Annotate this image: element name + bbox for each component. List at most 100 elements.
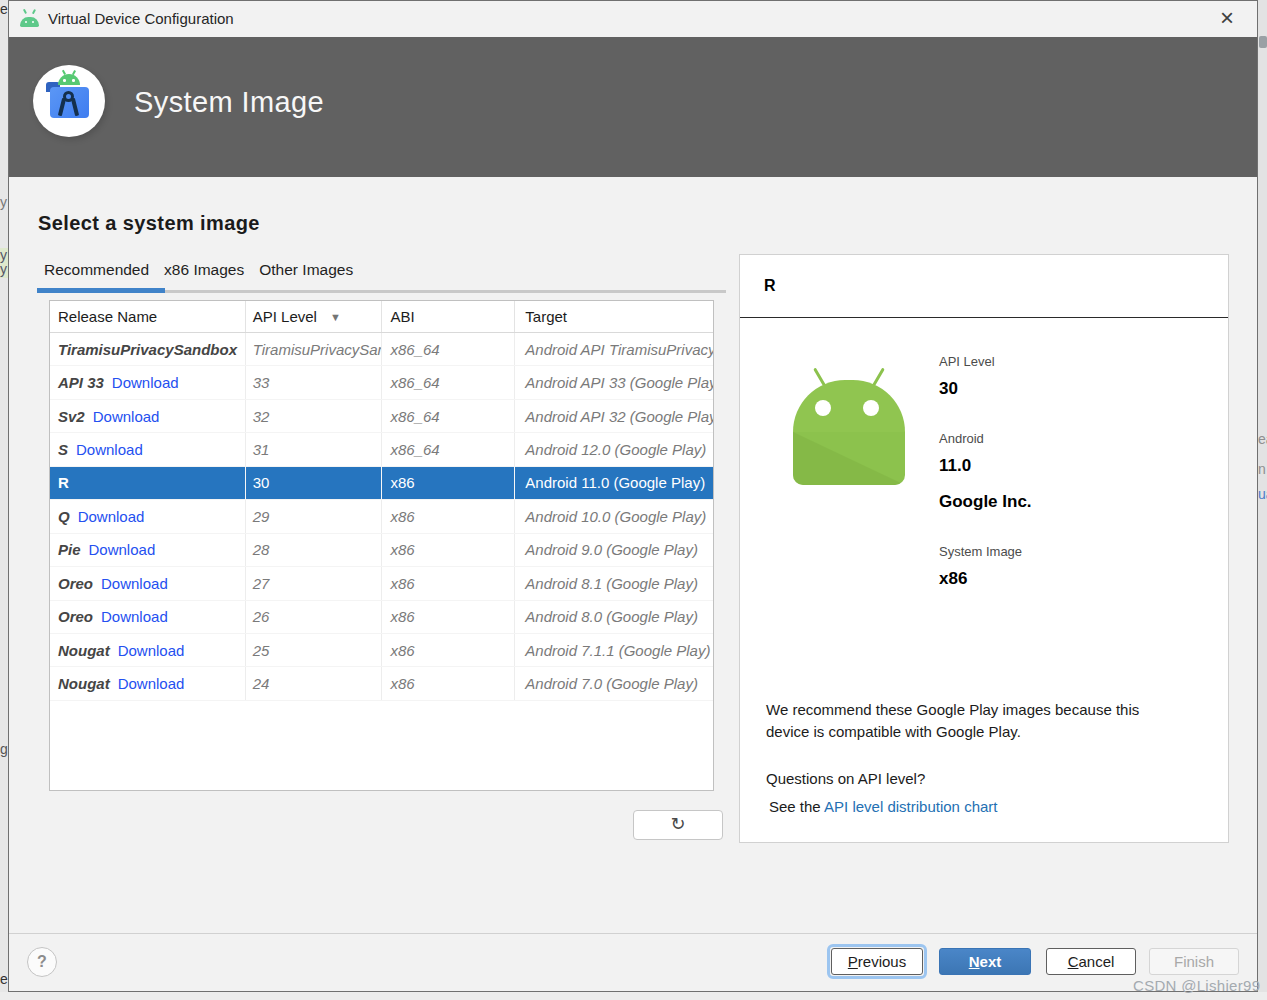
virtual-device-configuration-dialog: Virtual Device Configuration × System Im… — [8, 0, 1258, 992]
download-link[interactable]: Download — [101, 575, 168, 592]
download-link[interactable]: Download — [78, 508, 145, 525]
system-image-label: System Image — [939, 544, 1022, 559]
tab-other-images[interactable]: Other Images — [259, 261, 353, 279]
cancel-button[interactable]: Cancel — [1046, 948, 1136, 975]
table-row[interactable]: NougatDownload25x86Android 7.1.1 (Google… — [50, 634, 713, 667]
release-name: Pie — [58, 541, 81, 558]
table-row[interactable]: Nougat Download 24 x86 Android 7.0 (Google P… — [50, 667, 713, 700]
table-row[interactable]: OreoDownload26x86Android 8.0 (Google Pla… — [50, 601, 713, 634]
release-name: TiramisuPrivacySandbox — [58, 341, 237, 358]
api-level-label: API Level — [939, 354, 995, 369]
table-row[interactable]: TiramisuPrivacySandbox TiramisuPrivacySan… — [50, 333, 713, 366]
api-question-text: Questions on API level? — [766, 770, 925, 787]
target-cell: Android 8.0 (Google Play) — [525, 608, 698, 625]
vendor-value: Google Inc. — [939, 492, 1032, 512]
release-name: S — [58, 441, 68, 458]
download-link[interactable]: Download — [76, 441, 143, 458]
release-name: Nougat — [58, 675, 110, 692]
android-studio-badge-icon — [33, 65, 105, 137]
previous-button[interactable]: Previous — [831, 948, 923, 975]
background-text-fragment: e — [0, 1, 8, 17]
refresh-button[interactable]: ↻ — [633, 810, 723, 840]
download-link[interactable]: Download — [101, 608, 168, 625]
api-distribution-chart-link[interactable]: API level distribution chart — [824, 798, 997, 815]
release-name: Q — [58, 508, 70, 525]
active-tab-indicator — [37, 288, 165, 293]
background-scrollbar-fragment — [1259, 36, 1267, 48]
abi-cell: x86_64 — [391, 408, 440, 425]
system-image-abi-value: x86 — [939, 569, 967, 589]
column-header-release-name[interactable]: Release Name — [50, 301, 246, 332]
sort-descending-icon: ▼ — [330, 311, 341, 323]
target-cell: Android 9.0 (Google Play) — [525, 541, 698, 558]
close-button[interactable]: × — [1205, 1, 1249, 37]
android-label: Android — [939, 431, 984, 446]
table-row[interactable]: API 33Download33x86_64Android API 33 (Go… — [50, 366, 713, 399]
api-level-cell: 24 — [253, 675, 270, 692]
column-header-abi[interactable]: ABI — [382, 301, 516, 332]
android-version-value: 11.0 — [939, 456, 971, 476]
api-level-cell: 30 — [253, 474, 270, 491]
target-cell: Android API 32 (Google Play) — [525, 408, 713, 425]
background-page-right-strip: ea n ua — [1258, 0, 1267, 1000]
table-body: TiramisuPrivacySandbox TiramisuPrivacySan… — [50, 333, 713, 701]
footer-divider — [8, 933, 1258, 934]
background-text-fragment: ea — [1258, 431, 1267, 447]
table-row[interactable]: Sv2Download32x86_64Android API 32 (Googl… — [50, 400, 713, 433]
background-text-fragment: y — [0, 194, 7, 210]
android-robot-icon — [793, 367, 905, 487]
target-cell: Android API 33 (Google Play) — [525, 374, 713, 391]
api-level-cell: TiramisuPrivacySandbox — [253, 341, 382, 358]
release-name: Oreo — [58, 575, 93, 592]
download-link[interactable]: Download — [89, 541, 156, 558]
download-link[interactable]: Download — [112, 374, 179, 391]
finish-button[interactable]: Finish — [1149, 948, 1239, 975]
tab-x86-images[interactable]: x86 Images — [164, 261, 244, 279]
release-name: Sv2 — [58, 408, 85, 425]
table-row[interactable]: OreoDownload27x86Android 8.1 (Google Pla… — [50, 567, 713, 600]
target-cell: Android 10.0 (Google Play) — [525, 508, 706, 525]
release-name: Nougat — [58, 642, 110, 659]
table-row[interactable]: R30x86Android 11.0 (Google Play) — [50, 467, 713, 500]
panel-divider — [740, 317, 1228, 318]
background-text-fragment: n — [1258, 461, 1266, 477]
release-name: Oreo — [58, 608, 93, 625]
page-title: System Image — [134, 86, 324, 119]
table-row[interactable]: SDownload31x86_64Android 12.0 (Google Pl… — [50, 433, 713, 466]
api-level-value: 30 — [939, 379, 958, 399]
download-link[interactable]: Download — [93, 408, 160, 425]
abi-cell: x86 — [391, 541, 415, 558]
help-icon: ? — [37, 953, 47, 970]
abi-cell: x86 — [391, 508, 415, 525]
api-level-cell: 33 — [253, 374, 270, 391]
abi-cell: x86_64 — [391, 341, 440, 358]
abi-cell: x86 — [391, 474, 415, 491]
abi-cell: x86 — [391, 675, 415, 692]
column-header-target[interactable]: Target — [515, 301, 713, 332]
refresh-icon: ↻ — [670, 814, 685, 834]
api-level-cell: 27 — [253, 575, 270, 592]
download-link[interactable]: Download — [118, 642, 185, 659]
close-icon: × — [1220, 4, 1234, 31]
watermark: CSDN @Lishier99 — [1133, 977, 1260, 994]
table-row[interactable]: Q Download 29 x86 Android 10.0 (Google Play) — [50, 500, 713, 533]
help-button[interactable]: ? — [27, 947, 57, 977]
abi-cell: x86 — [391, 608, 415, 625]
wizard-header: System Image — [9, 37, 1257, 177]
target-cell: Android 11.0 (Google Play) — [525, 474, 705, 491]
api-level-cell: 31 — [253, 441, 270, 458]
details-panel: R API Level 30 Android 11.0 Google Inc. … — [739, 254, 1229, 843]
target-cell: Android API TiramisuPrivacySandbox — [525, 341, 713, 358]
download-link[interactable]: Download — [118, 675, 185, 692]
next-button[interactable]: Next — [939, 948, 1031, 975]
table-row[interactable]: PieDownload28x86Android 9.0 (Google Play… — [50, 534, 713, 567]
selected-release-name: R — [764, 277, 776, 295]
abi-cell: x86 — [391, 642, 415, 659]
tab-recommended[interactable]: Recommended — [44, 261, 149, 279]
api-level-cell: 29 — [253, 508, 270, 525]
target-cell: Android 7.0 (Google Play) — [525, 675, 698, 692]
background-page-left-strip: e y y y g er — [0, 0, 8, 1000]
column-header-api-level[interactable]: API Level▼ — [246, 301, 382, 332]
android-logo-icon — [20, 12, 39, 27]
window-title: Virtual Device Configuration — [48, 10, 234, 27]
